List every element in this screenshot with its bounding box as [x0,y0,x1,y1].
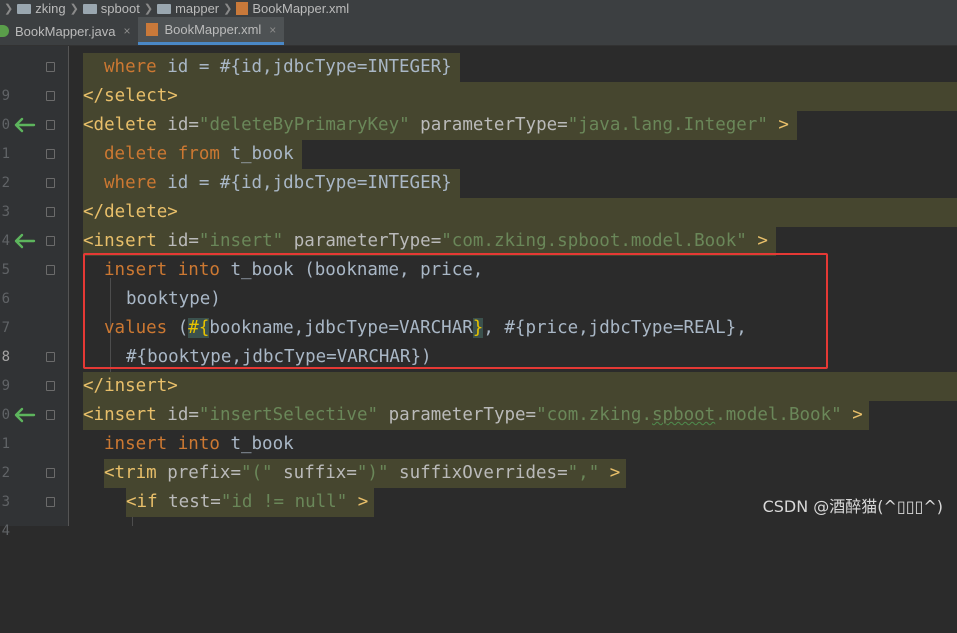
code-line[interactable]: 3 <trim prefix="(" suffix=")" suffixOver… [0,459,957,510]
code-text: <if test="id != null" > [126,488,375,517]
highlight-annotation-box [83,253,828,369]
breadcrumb-label: BookMapper.xml [252,1,350,16]
tab-label: BookMapper.java [15,23,116,39]
code-text: <insert id="insertSelective" parameterTy… [83,401,869,430]
tab-label: BookMapper.xml [164,22,262,37]
java-class-icon [0,25,9,37]
code-line[interactable]: 3 where id = #{id,jdbcType=INTEGER} [0,169,957,220]
code-text: </insert> [83,372,957,401]
watermark: CSDN @酒醉猫(^▯▯▯^) [762,497,943,516]
code-line[interactable]: 1 <insert id="insertSelective" parameter… [0,401,957,452]
code-line[interactable]: 4 </delete> [0,198,957,249]
tab-bookmapper-xml[interactable]: BookMapper.xml × [138,17,285,45]
fold-marker-icon[interactable] [46,468,55,478]
code-line[interactable]: 2 delete from t_book [0,140,957,191]
fold-marker-icon[interactable] [46,497,55,507]
breadcrumb-item-mapper[interactable]: ❯ mapper [140,1,219,16]
code-editor[interactable]: 9 where id = #{id,jdbcType=INTEGER} 0 </… [0,46,957,539]
code-text: insert into t_book [104,434,294,454]
breadcrumb-item-spboot[interactable]: ❯ spboot [66,1,140,16]
code-line[interactable]: 0 </select> [0,82,957,133]
implementation-arrow-icon[interactable] [12,117,36,133]
code-line[interactable]: 0 </insert> [0,372,957,423]
code-text: delete from t_book [83,140,302,169]
breadcrumb: ❯ zking ❯ spboot ❯ mapper ❯ BookMapper.x… [0,0,957,17]
xml-file-icon [146,23,159,36]
fold-marker-icon[interactable] [46,352,55,362]
code-text: where id = #{id,jdbcType=INTEGER} [83,53,460,82]
close-icon[interactable]: × [123,24,130,38]
fold-marker-icon[interactable] [46,149,55,159]
fold-marker-icon[interactable] [46,207,55,217]
folder-icon [157,3,172,14]
code-text: <trim prefix="(" suffix=")" suffixOverri… [104,459,627,488]
xml-file-icon [236,2,249,15]
code-text: <insert id="insert" parameterType="com.z… [83,227,776,256]
chevron-right-icon: ❯ [223,3,233,15]
breadcrumb-label: mapper [175,1,220,16]
fold-marker-icon[interactable] [46,91,55,101]
fold-marker-icon[interactable] [46,236,55,246]
code-line[interactable]: 5 <insert id="insert" parameterType="com… [0,227,957,278]
code-line[interactable]: 1 <delete id="deleteByPrimaryKey" parame… [0,111,957,162]
folder-icon [82,3,97,14]
fold-marker-icon[interactable] [46,410,55,420]
tab-bookmapper-java[interactable]: BookMapper.java × [0,17,138,45]
folder-icon [17,3,32,14]
line-number: 4 [1,523,10,539]
code-text: </select> [83,82,957,111]
code-text: </delete> [83,198,957,227]
code-line[interactable]: 9 where id = #{id,jdbcType=INTEGER} [0,53,957,104]
implementation-arrow-icon[interactable] [12,407,36,423]
code-text: <delete id="deleteByPrimaryKey" paramete… [83,111,797,140]
code-line[interactable]: 2 insert into t_book [0,430,957,481]
chevron-right-icon: ❯ [4,3,14,15]
breadcrumb-item-zking[interactable]: ❯ zking [0,1,66,16]
chevron-right-icon: ❯ [69,3,79,15]
fold-marker-icon[interactable] [46,120,55,130]
chevron-right-icon: ❯ [143,3,154,15]
breadcrumb-item-file[interactable]: ❯ BookMapper.xml [219,1,349,16]
breadcrumb-label: zking [35,1,66,16]
close-icon[interactable]: × [269,23,276,37]
fold-marker-icon[interactable] [46,265,55,275]
gutter-band [59,430,81,459]
implementation-arrow-icon[interactable] [12,233,36,249]
code-text: where id = #{id,jdbcType=INTEGER} [83,169,460,198]
fold-marker-icon[interactable] [46,62,55,72]
breadcrumb-label: spboot [100,1,140,16]
fold-marker-icon[interactable] [46,178,55,188]
fold-marker-icon[interactable] [46,381,55,391]
editor-tabs: BookMapper.java × BookMapper.xml × [0,17,957,46]
